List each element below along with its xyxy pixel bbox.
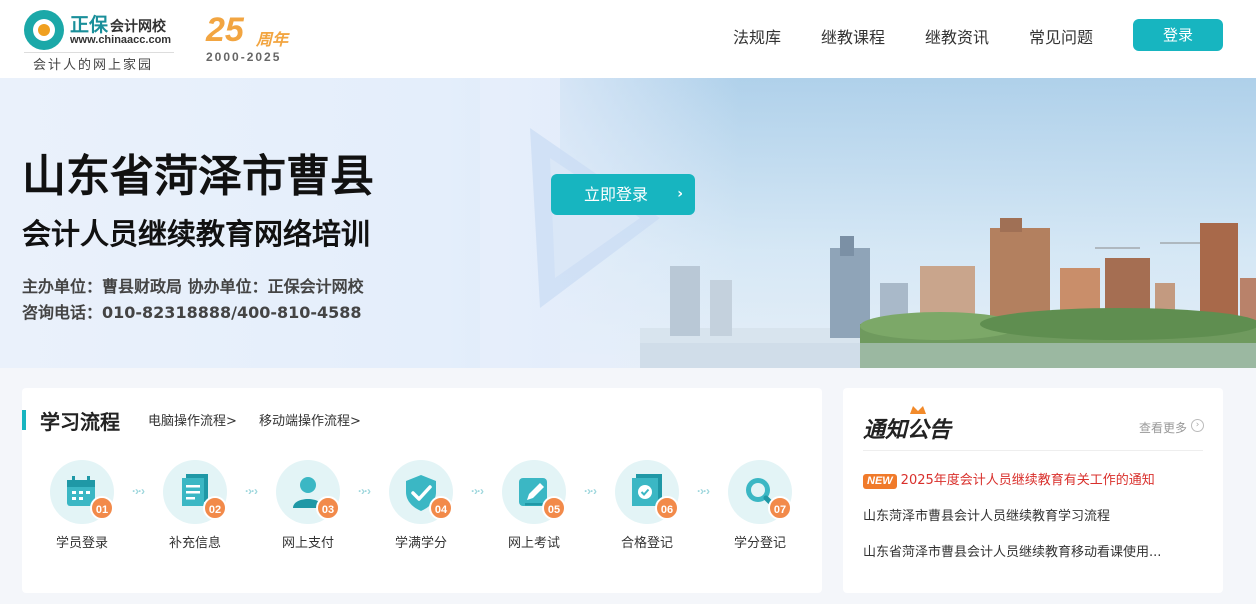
- site-logo[interactable]: 正保 会计网校 www.chinaacc.com 会计人的网上家园: [24, 8, 184, 73]
- anniversary-badge: 25 周年 2000-2025: [206, 12, 316, 66]
- nav-item-news[interactable]: 继教资讯: [925, 24, 989, 48]
- notice-divider: [863, 450, 1203, 451]
- step-online-payment[interactable]: 03 网上支付: [268, 458, 348, 558]
- banner-hotline: 咨询电话：010-82318888/400-810-4588: [22, 303, 362, 322]
- step-label: 学满学分: [394, 536, 447, 551]
- step-number: 01: [90, 496, 114, 520]
- login-now-label: 立即登录: [584, 185, 649, 204]
- site-header: 正保 会计网校 www.chinaacc.com 会计人的网上家园 25 周年 2…: [0, 0, 1256, 78]
- logo-url: www.chinaacc.com: [70, 34, 172, 46]
- notice-title: 通知公告: [863, 417, 952, 443]
- chevron-right-icon: ›: [677, 186, 683, 202]
- step-label: 网上考试: [507, 536, 560, 551]
- learning-process-panel: 学习流程 电脑操作流程> 移动端操作流程> 01 学员登录 ·›·› 02 补充…: [22, 388, 822, 593]
- nav-item-faq[interactable]: 常见问题: [1029, 24, 1093, 48]
- step-arrow-icon: ·›·›: [132, 484, 145, 498]
- nav-item-regulations[interactable]: 法规库: [733, 24, 781, 48]
- login-now-button[interactable]: 立即登录 ›: [551, 174, 695, 215]
- login-button[interactable]: 登录: [1133, 19, 1223, 51]
- step-arrow-icon: ·›·›: [697, 484, 710, 498]
- notice-item[interactable]: NEW 2025年度会计人员继续教育有关工作的通知: [863, 469, 1203, 489]
- notice-item[interactable]: 山东省菏泽市曹县会计人员继续教育移动看课使用...: [863, 541, 1203, 560]
- notice-panel: 通知公告 查看更多 › NEW 2025年度会计人员继续教育有关工作的通知 山东菏…: [843, 388, 1223, 593]
- step-student-login[interactable]: 01 学员登录: [42, 458, 122, 558]
- step-label: 学员登录: [55, 536, 108, 551]
- step-arrow-icon: ·›·›: [245, 484, 258, 498]
- hero-banner: 山东省菏泽市曹县 会计人员继续教育网络培训 主办单位：曹县财政局 协办单位：正保…: [0, 78, 1256, 368]
- notice-item-text: 2025年度会计人员继续教育有关工作的通知: [900, 473, 1155, 488]
- step-label: 合格登记: [620, 536, 673, 551]
- logo-emblem-icon: [24, 10, 64, 50]
- nav-item-courses[interactable]: 继教课程: [821, 24, 885, 48]
- step-supplement-info[interactable]: 02 补充信息: [155, 458, 235, 558]
- banner-decoration-shape: [530, 128, 660, 308]
- step-number: 06: [655, 496, 679, 520]
- step-arrow-icon: ·›·›: [584, 484, 597, 498]
- step-number: 03: [316, 496, 340, 520]
- step-label: 网上支付: [281, 536, 334, 551]
- logo-slogan: 会计人的网上家园: [33, 58, 154, 73]
- crown-icon: [910, 406, 926, 414]
- anniversary-label: 周年: [256, 30, 289, 49]
- step-qualified-registration[interactable]: 06 合格登记: [607, 458, 687, 558]
- pc-guide-link[interactable]: 电脑操作流程>: [148, 410, 237, 429]
- step-label: 学分登记: [733, 536, 786, 551]
- city-skyline-image: [640, 218, 1256, 368]
- banner-subtitle: 会计人员继续教育网络培训: [22, 217, 371, 251]
- step-label: 补充信息: [168, 536, 221, 551]
- process-title: 学习流程: [40, 410, 120, 434]
- step-arrow-icon: ·›·›: [358, 484, 371, 498]
- banner-title: 山东省菏泽市曹县: [22, 151, 374, 202]
- step-number: 07: [768, 496, 792, 520]
- section-accent-bar: [22, 410, 26, 430]
- new-badge: NEW: [863, 474, 897, 489]
- step-number: 04: [429, 496, 453, 520]
- logo-brand: 正保 会计网校: [70, 14, 167, 36]
- notice-item[interactable]: 山东菏泽市曹县会计人员继续教育学习流程: [863, 505, 1203, 524]
- step-arrow-icon: ·›·›: [471, 484, 484, 498]
- mobile-guide-link[interactable]: 移动端操作流程>: [259, 410, 361, 429]
- step-complete-credits[interactable]: 04 学满学分: [381, 458, 461, 558]
- chevron-right-icon[interactable]: ›: [1191, 419, 1204, 432]
- logo-divider: [24, 52, 174, 53]
- anniversary-number: 25: [206, 11, 244, 49]
- step-online-exam[interactable]: 05 网上考试: [494, 458, 574, 558]
- step-credit-registration[interactable]: 07 学分登记: [720, 458, 800, 558]
- view-more-link[interactable]: 查看更多: [1139, 419, 1187, 436]
- step-number: 05: [542, 496, 566, 520]
- banner-organizer: 主办单位：曹县财政局 协办单位：正保会计网校: [22, 277, 364, 296]
- step-number: 02: [203, 496, 227, 520]
- anniversary-years: 2000-2025: [206, 50, 282, 64]
